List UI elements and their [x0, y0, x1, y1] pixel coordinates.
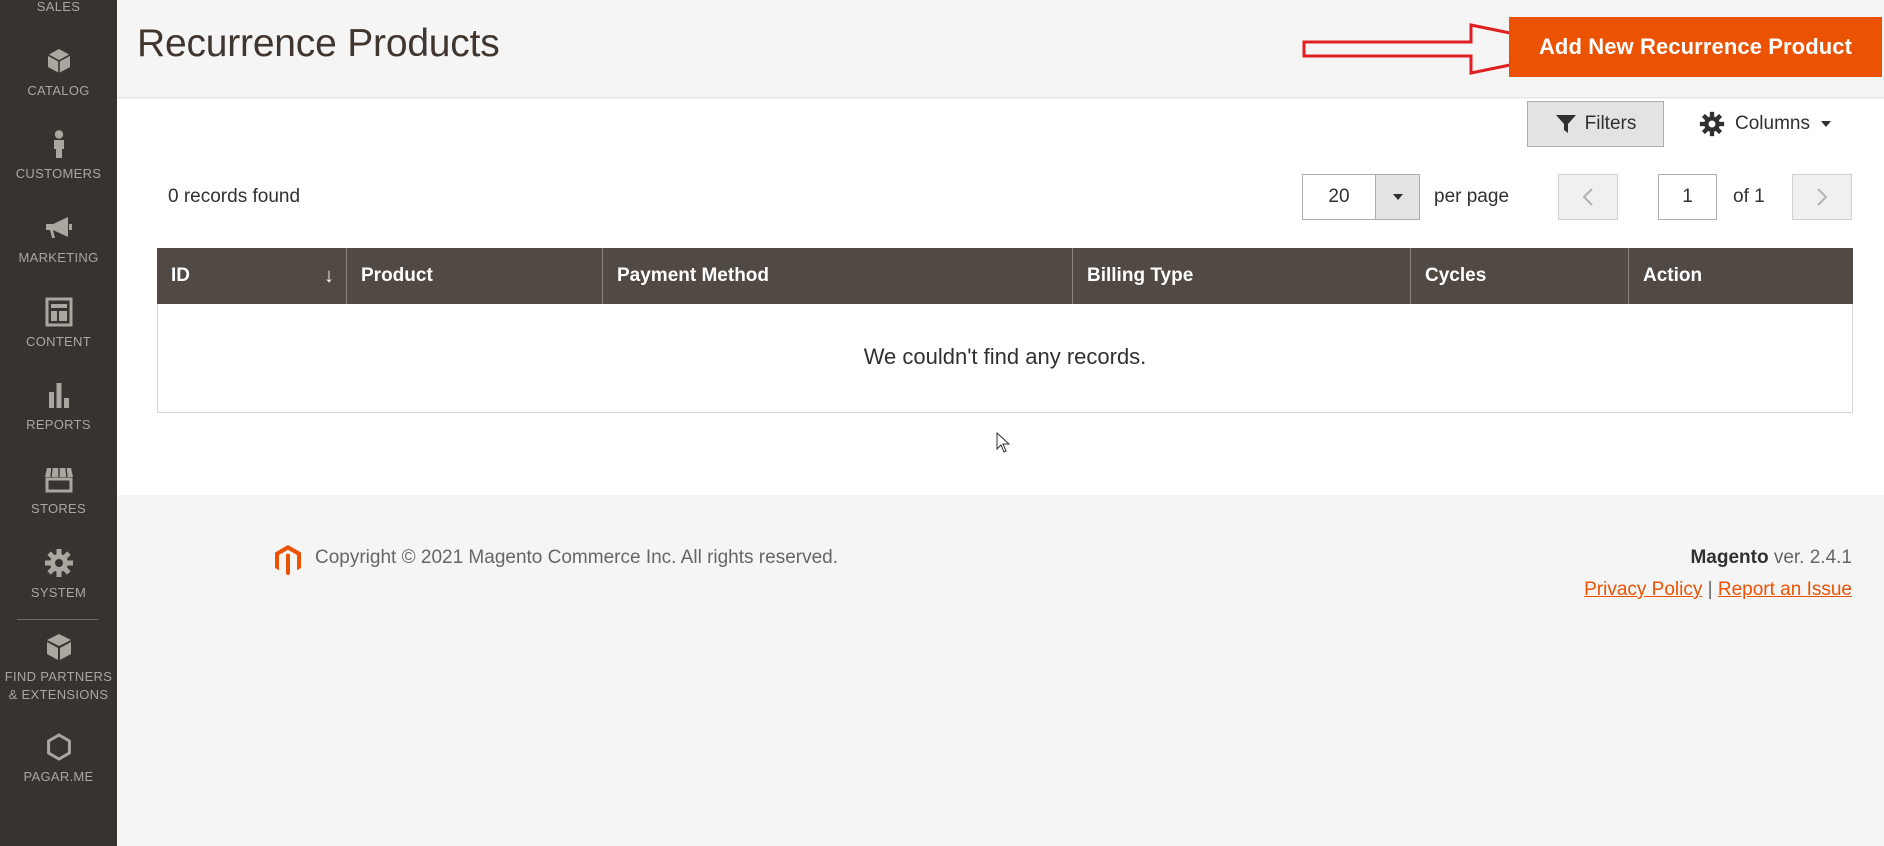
nav-label: FIND PARTNERS & EXTENSIONS	[4, 669, 113, 702]
column-header-id[interactable]: ID ↓	[157, 248, 347, 304]
nav-label: PAGAR.ME	[23, 769, 94, 784]
caret-down-icon	[1820, 121, 1831, 127]
page-title: Recurrence Products	[137, 22, 500, 65]
copyright-text: Copyright © 2021 Magento Commerce Inc. A…	[315, 547, 839, 568]
caret-down-icon	[1392, 194, 1403, 200]
column-label: Product	[361, 265, 433, 286]
column-header-payment-method[interactable]: Payment Method	[603, 248, 1073, 304]
per-page-value: 20	[1328, 186, 1350, 207]
column-header-cycles[interactable]: Cycles	[1411, 248, 1629, 304]
add-new-recurrence-product-button[interactable]: Add New Recurrence Product	[1509, 17, 1882, 77]
column-header-billing-type[interactable]: Billing Type	[1073, 248, 1411, 304]
main-area: Recurrence Products Add New Recurrence P…	[117, 0, 1884, 846]
column-label: Cycles	[1425, 265, 1487, 286]
column-label: ID	[171, 265, 190, 286]
columns-label: Columns	[1735, 113, 1810, 134]
page-of-text: of 1	[1733, 186, 1765, 207]
nav-item-marketing[interactable]: MARKETING	[0, 213, 117, 266]
nav-label: REPORTS	[26, 417, 91, 432]
nav-label: SYSTEM	[30, 585, 87, 600]
nav-item-reports[interactable]: REPORTS	[0, 380, 117, 433]
funnel-icon	[1555, 115, 1576, 133]
report-issue-link[interactable]: Report an Issue	[1718, 579, 1852, 600]
column-header-product[interactable]: Product	[347, 248, 603, 304]
sort-arrow-icon: ↓	[324, 265, 334, 287]
nav-item-pagarme[interactable]: PAGAR.ME	[0, 732, 117, 785]
privacy-policy-link[interactable]: Privacy Policy	[1584, 579, 1702, 600]
page-header: Recurrence Products Add New Recurrence P…	[117, 0, 1884, 98]
gear-icon	[1699, 111, 1725, 137]
admin-sidebar: SALES CATALOG CUSTOMERS MARKETING CONTEN…	[0, 0, 117, 846]
current-page-input[interactable]: 1	[1658, 174, 1717, 220]
link-separator: |	[1707, 579, 1713, 600]
column-header-action[interactable]: Action	[1629, 248, 1853, 304]
nav-item-sales[interactable]: SALES	[0, 0, 117, 15]
nav-item-catalog[interactable]: CATALOG	[0, 46, 117, 99]
nav-item-system[interactable]: SYSTEM	[0, 548, 117, 601]
magento-logo-icon	[275, 545, 301, 576]
nav-label: CUSTOMERS	[15, 166, 102, 181]
grid-header: ID ↓ Product Payment Method Billing Type…	[157, 248, 1853, 304]
megaphone-icon	[45, 217, 72, 238]
columns-control[interactable]: Columns	[1699, 109, 1832, 139]
nav-label: MARKETING	[18, 250, 99, 265]
nav-label: CATALOG	[27, 83, 90, 98]
brand-name: Magento	[1690, 547, 1769, 568]
nav-item-stores[interactable]: STORES	[0, 464, 117, 517]
bar-chart-icon	[48, 383, 69, 408]
chevron-left-icon	[1582, 188, 1593, 206]
per-page-toggle[interactable]	[1375, 175, 1419, 219]
chevron-right-icon	[1817, 188, 1828, 206]
per-page-select[interactable]: 20	[1302, 174, 1420, 220]
column-label: Billing Type	[1087, 265, 1194, 286]
footer-links: Privacy Policy | Report an Issue	[1584, 579, 1852, 601]
version-text: ver. 2.4.1	[1773, 547, 1852, 568]
filters-button[interactable]: Filters	[1527, 101, 1664, 147]
storefront-icon	[44, 467, 73, 493]
nav-item-content[interactable]: CONTENT	[0, 297, 117, 350]
column-label: Payment Method	[617, 265, 770, 286]
mouse-cursor-icon	[996, 432, 1011, 453]
blocks-icon	[46, 634, 71, 660]
nav-label: CONTENT	[26, 334, 91, 349]
nav-item-customers[interactable]: CUSTOMERS	[0, 129, 117, 182]
records-found-text: 0 records found	[168, 186, 301, 207]
next-page-button[interactable]	[1792, 174, 1852, 220]
cube-icon	[47, 49, 70, 73]
nav-label: STORES	[30, 501, 87, 516]
person-icon	[53, 130, 64, 158]
nav-divider	[17, 619, 98, 620]
filters-label: Filters	[1584, 113, 1637, 134]
column-label: Action	[1643, 265, 1703, 286]
hexagon-icon	[46, 733, 71, 761]
magento-version: Magento ver. 2.4.1	[1690, 547, 1852, 569]
gear-icon	[44, 549, 73, 577]
per-page-label: per page	[1434, 186, 1510, 207]
nav-label: SALES	[36, 0, 81, 14]
nav-item-find-partners[interactable]: FIND PARTNERS & EXTENSIONS	[0, 632, 117, 704]
layout-icon	[45, 297, 72, 327]
previous-page-button[interactable]	[1558, 174, 1618, 220]
data-grid: ID ↓ Product Payment Method Billing Type…	[157, 248, 1853, 413]
empty-grid-message: We couldn't find any records.	[863, 344, 1147, 369]
